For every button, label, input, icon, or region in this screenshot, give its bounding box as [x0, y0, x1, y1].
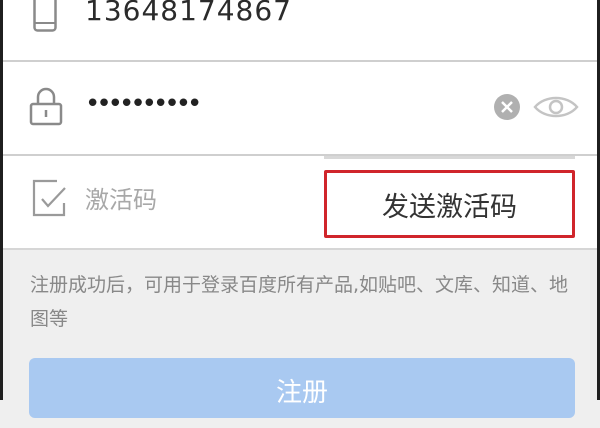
- send-button-divider: [324, 156, 575, 159]
- phone-row[interactable]: 13648174867: [3, 0, 597, 62]
- password-row[interactable]: ••••••••••: [3, 62, 597, 156]
- phone-icon: [33, 0, 57, 32]
- clear-icon[interactable]: [492, 92, 522, 122]
- register-form: 13648174867 •••••••••• 激活码 发送激活码: [3, 0, 597, 250]
- eye-icon[interactable]: [533, 94, 579, 120]
- check-document-icon: [31, 179, 67, 217]
- lock-icon: [29, 86, 63, 126]
- activation-code-input[interactable]: [85, 180, 305, 220]
- register-notice: 注册成功后，可用于登录百度所有产品,如贴吧、文库、知道、地图等: [30, 274, 569, 330]
- phone-number-input[interactable]: 13648174867: [85, 0, 292, 27]
- password-input[interactable]: ••••••••••: [85, 89, 202, 119]
- activation-code-row: 发送激活码: [3, 156, 597, 250]
- register-button[interactable]: 注册: [29, 358, 575, 418]
- send-activation-code-button[interactable]: 发送激活码: [324, 170, 575, 238]
